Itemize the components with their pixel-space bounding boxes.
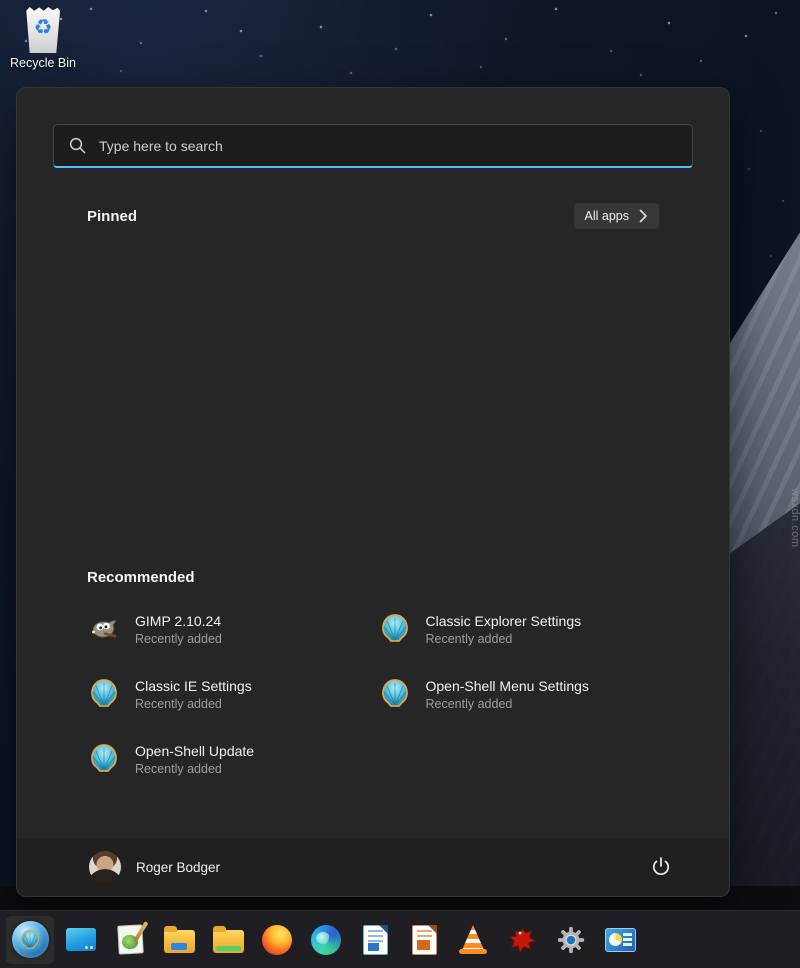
classic-shell-icon <box>379 613 411 645</box>
taskbar-item-image-editor[interactable] <box>108 918 152 962</box>
taskbar-item-libreoffice-impress[interactable] <box>402 918 446 962</box>
recycle-bin-desktop-icon[interactable]: ♻ Recycle Bin <box>4 6 82 70</box>
recommended-item-classic-explorer-settings[interactable]: Classic Explorer Settings Recently added <box>379 609 670 649</box>
search-icon <box>68 136 87 155</box>
taskbar-item-documents-folder[interactable] <box>206 918 250 962</box>
recommended-section-title: Recommended <box>87 569 195 586</box>
user-bar: Roger Bodger <box>17 837 729 896</box>
classic-shell-icon <box>88 743 120 775</box>
taskbar-item-file-explorer[interactable] <box>157 918 201 962</box>
recommended-item-title: Open-Shell Update <box>135 743 254 759</box>
edge-icon <box>311 925 341 955</box>
user-account-button[interactable]: Roger Bodger <box>89 851 220 883</box>
start-button[interactable] <box>6 916 54 964</box>
recommended-item-subtitle: Recently added <box>426 632 582 646</box>
watermark-side-text: wsxdn.com <box>789 488 800 548</box>
pinned-section-title: Pinned <box>87 208 137 225</box>
starfield <box>0 0 2 2</box>
recommended-item-subtitle: Recently added <box>135 632 222 646</box>
power-button[interactable] <box>641 847 681 887</box>
recommended-item-title: GIMP 2.10.24 <box>135 613 222 629</box>
taskbar-item-libreoffice-writer[interactable] <box>353 918 397 962</box>
chevron-right-icon <box>639 209 648 223</box>
taskbar-item-edge[interactable] <box>304 918 348 962</box>
gimp-wilber-icon <box>88 613 120 645</box>
user-name: Roger Bodger <box>136 860 220 875</box>
classic-shell-icon <box>88 678 120 710</box>
recycle-symbol-icon: ♻ <box>24 17 62 38</box>
red-creature-icon <box>507 925 537 955</box>
image-editor-icon <box>117 924 143 954</box>
recommended-grid: GIMP 2.10.24 Recently added Classic Expl… <box>88 609 669 779</box>
recommended-item-title: Classic IE Settings <box>135 678 252 694</box>
recommended-item-title: Open-Shell Menu Settings <box>426 678 589 694</box>
search-box[interactable] <box>53 124 693 168</box>
taskbar: wsxdn.com <box>0 910 800 968</box>
settings-gear-icon <box>556 925 586 955</box>
libreoffice-impress-icon <box>412 925 437 955</box>
all-apps-label: All apps <box>585 209 629 223</box>
start-menu-panel: Pinned All apps Recommended GIMP 2.10.24… <box>16 87 730 897</box>
firefox-icon <box>262 925 292 955</box>
recommended-item-open-shell-update[interactable]: Open-Shell Update Recently added <box>88 739 379 779</box>
open-shell-start-icon <box>12 921 49 958</box>
recommended-item-subtitle: Recently added <box>135 762 254 776</box>
taskbar-item-firefox[interactable] <box>255 918 299 962</box>
classic-shell-icon <box>379 678 411 710</box>
recommended-item-classic-ie-settings[interactable]: Classic IE Settings Recently added <box>88 674 379 714</box>
file-explorer-folder-icon <box>164 930 195 953</box>
taskbar-item-vlc[interactable] <box>451 918 495 962</box>
all-apps-button[interactable]: All apps <box>574 203 659 229</box>
taskbar-item-window[interactable] <box>59 918 103 962</box>
recommended-item-subtitle: Recently added <box>426 697 589 711</box>
user-avatar <box>89 851 121 883</box>
recycle-bin-label: Recycle Bin <box>4 56 82 70</box>
recommended-item-subtitle: Recently added <box>135 697 252 711</box>
taskbar-item-settings[interactable] <box>549 918 593 962</box>
recommended-item-gimp[interactable]: GIMP 2.10.24 Recently added <box>88 609 379 649</box>
recommended-item-title: Classic Explorer Settings <box>426 613 582 629</box>
documents-folder-icon <box>213 930 244 953</box>
recycle-bin-icon: ♻ <box>24 6 62 53</box>
blue-window-icon <box>66 928 96 951</box>
vlc-cone-icon <box>459 925 487 954</box>
taskbar-item-system-monitor[interactable] <box>598 918 642 962</box>
recommended-item-open-shell-menu-settings[interactable]: Open-Shell Menu Settings Recently added <box>379 674 670 714</box>
taskbar-item-red-app[interactable] <box>500 918 544 962</box>
power-icon <box>649 855 673 879</box>
system-monitor-icon <box>605 928 636 952</box>
libreoffice-writer-icon <box>363 925 388 955</box>
search-input[interactable] <box>99 138 678 154</box>
